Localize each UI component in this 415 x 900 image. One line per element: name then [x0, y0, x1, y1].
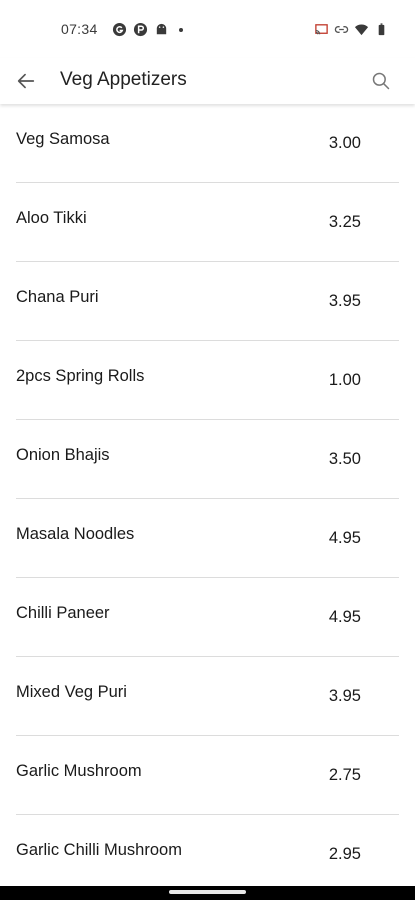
link-icon: [334, 22, 349, 37]
menu-item-name: Veg Samosa: [16, 130, 110, 148]
app-bar: Veg Appetizers: [0, 58, 415, 104]
menu-item-price: 2.75: [328, 766, 361, 784]
status-system-icons: [314, 22, 389, 37]
cast-icon: [314, 22, 329, 37]
menu-item[interactable]: Onion Bhajis 3.50: [16, 420, 399, 499]
status-bar: 07:34: [0, 0, 415, 58]
menu-item-name: Mixed Veg Puri: [16, 683, 127, 701]
menu-item-list: Veg Samosa 3.00 Aloo Tikki 3.25 Chana Pu…: [0, 104, 415, 886]
menu-item[interactable]: Masala Noodles 4.95: [16, 499, 399, 578]
menu-item-price: 4.95: [328, 529, 361, 547]
menu-item-price: 3.50: [328, 450, 361, 468]
circle-p-icon: [133, 22, 148, 37]
menu-item-name: 2pcs Spring Rolls: [16, 367, 145, 385]
status-notification-icons: [112, 22, 183, 37]
app-screen: 07:34 Veg Appetizers Veg Samosa 3.00 Alo…: [0, 0, 415, 900]
menu-item-price: 3.25: [328, 213, 361, 231]
menu-item-price: 3.95: [328, 292, 361, 310]
page-title: Veg Appetizers: [60, 69, 187, 90]
menu-item-name: Garlic Chilli Mushroom: [16, 841, 182, 859]
menu-item-price: 4.95: [328, 608, 361, 626]
wifi-icon: [354, 22, 369, 37]
menu-item-price: 3.00: [328, 134, 361, 152]
search-icon: [371, 71, 391, 91]
search-button[interactable]: [367, 67, 395, 95]
menu-item-name: Aloo Tikki: [16, 209, 87, 227]
menu-item[interactable]: Aloo Tikki 3.25: [16, 183, 399, 262]
android-icon: [154, 22, 169, 37]
battery-icon: [374, 22, 389, 37]
menu-item-name: Garlic Mushroom: [16, 762, 142, 780]
menu-item-price: 2.95: [328, 845, 361, 863]
menu-item[interactable]: Veg Samosa 3.00: [16, 104, 399, 183]
menu-item-name: Chana Puri: [16, 288, 99, 306]
dot-icon: [179, 27, 183, 32]
menu-item-price: 1.00: [328, 371, 361, 389]
home-indicator[interactable]: [169, 890, 246, 894]
circle-g-icon: [112, 22, 127, 37]
status-time: 07:34: [61, 21, 98, 37]
menu-item[interactable]: Garlic Mushroom 2.75: [16, 736, 399, 815]
menu-item[interactable]: 2pcs Spring Rolls 1.00: [16, 341, 399, 420]
menu-item[interactable]: Garlic Chilli Mushroom 2.95: [16, 815, 399, 886]
menu-item[interactable]: Chana Puri 3.95: [16, 262, 399, 341]
menu-item-name: Masala Noodles: [16, 525, 135, 543]
menu-item-name: Chilli Paneer: [16, 604, 110, 622]
menu-item[interactable]: Chilli Paneer 4.95: [16, 578, 399, 657]
arrow-left-icon: [15, 70, 37, 92]
menu-item-price: 3.95: [328, 687, 361, 705]
menu-item-name: Onion Bhajis: [16, 446, 110, 464]
menu-item[interactable]: Mixed Veg Puri 3.95: [16, 657, 399, 736]
system-nav-bar: [0, 886, 415, 900]
back-button[interactable]: [12, 67, 40, 95]
